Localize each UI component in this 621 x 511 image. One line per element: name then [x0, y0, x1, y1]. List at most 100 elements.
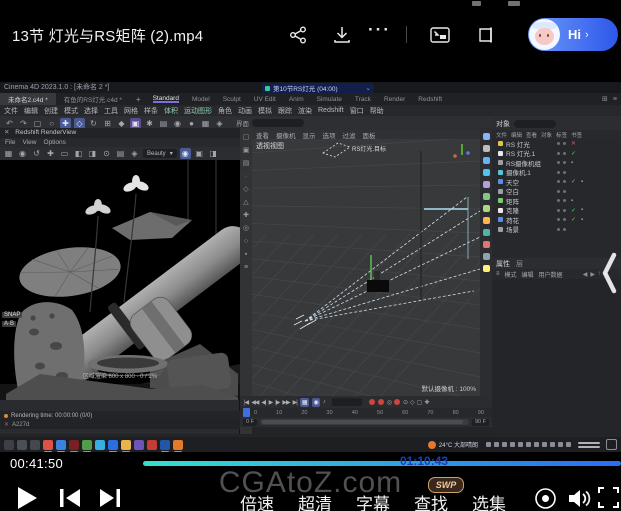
player-button-2[interactable]: 字幕 — [356, 490, 390, 511]
texture-mode-icon[interactable]: ▣ — [243, 147, 250, 154]
object-row-3[interactable]: 摄像机.1 — [492, 168, 621, 178]
tag-tag-icon[interactable]: ▪ — [581, 217, 583, 223]
notification-icon[interactable] — [606, 439, 617, 450]
model-mode-icon[interactable]: ▢ — [243, 134, 250, 141]
scale-icon[interactable]: ◇ — [74, 118, 85, 129]
next-button[interactable] — [98, 488, 122, 511]
transport-icon-15[interactable]: ◇ — [410, 399, 414, 406]
transport-icon-4[interactable]: |▶ — [275, 399, 279, 406]
search-input[interactable] — [252, 119, 304, 127]
object-search-input[interactable] — [514, 120, 556, 128]
layout-tab-model[interactable]: Model — [192, 96, 210, 103]
c4d-menu-item-14[interactable]: 渲染 — [298, 106, 312, 116]
renderview-tool-icon-7[interactable]: ⊙ — [101, 148, 112, 159]
renderview-tool-icon-9[interactable]: ◈ — [129, 148, 140, 159]
visibility-dot[interactable] — [557, 228, 560, 231]
taskbar-app-maroon-icon[interactable] — [69, 440, 79, 450]
c4d-menu-item-5[interactable]: 工具 — [104, 106, 118, 116]
tray-icon-4[interactable] — [518, 442, 523, 447]
transport-icon-17[interactable]: ✚ — [424, 399, 428, 406]
taskbar-app-red-icon[interactable] — [147, 440, 157, 450]
taskbar-app-green-icon[interactable] — [82, 440, 92, 450]
range-start-field[interactable]: 0 F — [243, 419, 257, 426]
c4d-menu-item-17[interactable]: 帮助 — [370, 106, 384, 116]
renderview-menu-0[interactable]: File — [5, 139, 15, 146]
polygons-mode-icon[interactable]: △ — [243, 199, 248, 206]
viewport-menu-4[interactable]: 过滤 — [343, 130, 356, 140]
om-menu-2[interactable]: 查看 — [526, 131, 537, 139]
visibility-dot[interactable] — [563, 228, 566, 231]
chapter-badge[interactable]: 第10节RS灯光 (04:00) ⌄ — [262, 83, 374, 93]
tab-layers[interactable]: 层 — [516, 259, 523, 269]
playlist-chevron-icon[interactable] — [601, 250, 619, 301]
taskbar-edge-icon[interactable] — [56, 440, 66, 450]
taskbar-app-navy-icon[interactable] — [160, 440, 170, 450]
tag-tag-icon[interactable]: ▪ — [581, 207, 583, 213]
c4d-menu-item-10[interactable]: 角色 — [218, 106, 232, 116]
tag-tag-icon[interactable]: ▪ — [581, 179, 583, 185]
object-row-0[interactable]: RS 灯光✕ — [492, 139, 621, 149]
previous-button[interactable] — [58, 488, 82, 511]
check-tag-icon[interactable]: ✓ — [571, 216, 576, 223]
document-tab-1[interactable]: 有鱼的RS灯光.c4d * — [56, 93, 130, 105]
viewport-menu-2[interactable]: 显示 — [303, 130, 316, 140]
render-view-icon[interactable]: ▣ — [130, 118, 141, 129]
tray-icon-8[interactable] — [550, 442, 555, 447]
object-icon[interactable]: ▤ — [158, 118, 169, 129]
undo-icon[interactable]: ↶ — [4, 118, 15, 129]
viewport-menu-3[interactable]: 选项 — [323, 130, 336, 140]
taskbar-explorer-icon[interactable] — [121, 440, 131, 450]
volume-tool-icon[interactable] — [483, 217, 490, 224]
share-icon[interactable] — [286, 23, 310, 47]
layout-icon[interactable]: ▦ — [200, 118, 211, 129]
transport-icon-3[interactable]: ▶ — [269, 399, 273, 406]
c4d-menu-item-11[interactable]: 动画 — [238, 106, 252, 116]
visibility-dot[interactable] — [557, 218, 560, 221]
layout-tab-anim[interactable]: Anim — [289, 96, 304, 103]
visibility-dot[interactable] — [557, 142, 560, 145]
viewport-menu-1[interactable]: 摄像机 — [276, 130, 296, 140]
object-row-7[interactable]: 克隆✓▪ — [492, 206, 621, 216]
attr-mode-0[interactable]: ≡ — [496, 271, 500, 277]
render-settings-icon[interactable]: ✱ — [144, 118, 155, 129]
redo-icon[interactable]: ↷ — [18, 118, 29, 129]
viewport-menu-0[interactable]: 查看 — [256, 130, 269, 140]
om-menu-0[interactable]: 文件 — [496, 131, 507, 139]
camera-tool-icon[interactable] — [483, 253, 490, 260]
layout-tab-render[interactable]: Render — [384, 96, 405, 103]
field-tool-icon[interactable] — [483, 229, 490, 236]
mograph-tool-icon[interactable] — [483, 193, 490, 200]
visibility-dot[interactable] — [563, 142, 566, 145]
view-icon[interactable]: ≡ — [244, 264, 248, 271]
weather-widget[interactable]: 24°C 大部晴朗 — [428, 440, 478, 449]
coords-icon[interactable]: ⊞ — [102, 118, 113, 129]
renderview-tool-icon-4[interactable]: ▭ — [59, 148, 70, 159]
tray-icon-7[interactable] — [542, 442, 547, 447]
timeline-scrollbar[interactable] — [260, 419, 469, 425]
c4d-menu-item-6[interactable]: 网格 — [124, 106, 138, 116]
layout-tab-sculpt[interactable]: Sculpt — [223, 96, 241, 103]
om-menu-1[interactable]: 编辑 — [511, 131, 522, 139]
compare-icon[interactable]: ◨ — [208, 148, 219, 159]
snapshot-tag[interactable]: A·B — [2, 321, 16, 327]
tag-tool-icon[interactable] — [483, 241, 490, 248]
visibility-dot[interactable] — [563, 152, 566, 155]
range-end-field[interactable]: 90 F — [472, 419, 489, 426]
pen-tool-icon[interactable] — [483, 133, 490, 140]
object-row-4[interactable]: 天空✓▪ — [492, 177, 621, 187]
download-icon[interactable] — [330, 23, 354, 47]
firefox-icon[interactable] — [428, 441, 436, 449]
tray-icon-6[interactable] — [534, 442, 539, 447]
object-row-6[interactable]: 矩阵▪ — [492, 196, 621, 206]
picture-in-picture-icon[interactable] — [428, 23, 452, 47]
tray-icon-0[interactable] — [486, 442, 491, 447]
points-mode-icon[interactable]: ∙ — [245, 173, 247, 180]
c4d-menu-item-9[interactable]: 运动图形 — [184, 106, 212, 116]
tray-icon-3[interactable] — [510, 442, 515, 447]
transport-icon-5[interactable]: ▶▶ — [282, 399, 289, 406]
move-icon[interactable]: ✚ — [60, 118, 71, 129]
renderview-tool-icon-0[interactable]: ▦ — [3, 148, 14, 159]
taskbar-taskview-icon[interactable] — [4, 440, 14, 450]
play-button[interactable] — [16, 486, 38, 511]
player-button-4[interactable]: 选集 — [472, 490, 506, 511]
